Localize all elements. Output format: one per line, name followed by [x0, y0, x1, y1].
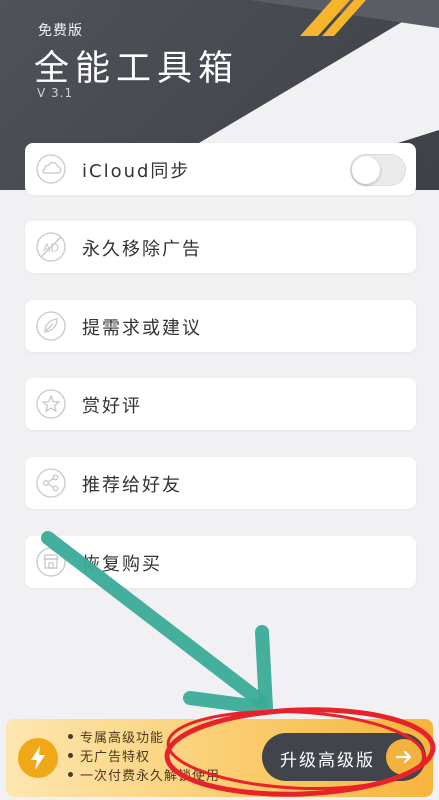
- upgrade-button-label: 升级高级版: [280, 751, 375, 771]
- version-label: V 3.1: [37, 86, 74, 100]
- menu-item-feedback[interactable]: 提需求或建议: [25, 300, 416, 352]
- menu-item-rate[interactable]: 赏好评: [25, 378, 416, 430]
- menu-item-icloud-sync[interactable]: iCloud同步: [25, 143, 416, 195]
- menu-item-label: 提需求或建议: [82, 318, 202, 339]
- menu-item-label: 推荐给好友: [82, 475, 182, 496]
- feature-item: 一次付费永久解锁使用: [68, 767, 220, 786]
- edition-label: 免费版: [38, 23, 83, 39]
- arrow-right-icon: [386, 739, 422, 775]
- menu-item-restore-purchase[interactable]: 恢复购买: [25, 536, 416, 588]
- menu-item-label: 恢复购买: [82, 554, 162, 575]
- premium-promo-bar: 专属高级功能 无广告特权 一次付费永久解锁使用 升级高级版: [6, 719, 433, 797]
- menu-item-label: iCloud同步: [82, 161, 191, 182]
- lightning-icon: [18, 738, 58, 778]
- cloud-icon: [36, 154, 66, 184]
- toggle-knob: [352, 156, 380, 184]
- upgrade-premium-button[interactable]: 升级高级版: [262, 733, 426, 781]
- menu-item-recommend[interactable]: 推荐给好友: [25, 457, 416, 509]
- menu-item-label: 赏好评: [82, 396, 142, 417]
- feature-item: 专属高级功能: [68, 729, 220, 748]
- menu-item-remove-ads[interactable]: AD 永久移除广告: [25, 221, 416, 273]
- annotation-arrowhead: [183, 625, 273, 715]
- store-icon: [36, 547, 66, 577]
- ad-icon: AD: [36, 232, 66, 262]
- star-icon: [36, 389, 66, 419]
- menu-item-label: 永久移除广告: [82, 239, 202, 260]
- share-icon: [36, 468, 66, 498]
- premium-feature-list: 专属高级功能 无广告特权 一次付费永久解锁使用: [68, 729, 220, 786]
- icloud-sync-toggle[interactable]: [350, 154, 406, 186]
- feature-item: 无广告特权: [68, 748, 220, 767]
- leaf-icon: [36, 311, 66, 341]
- app-title: 全能工具箱: [34, 49, 240, 89]
